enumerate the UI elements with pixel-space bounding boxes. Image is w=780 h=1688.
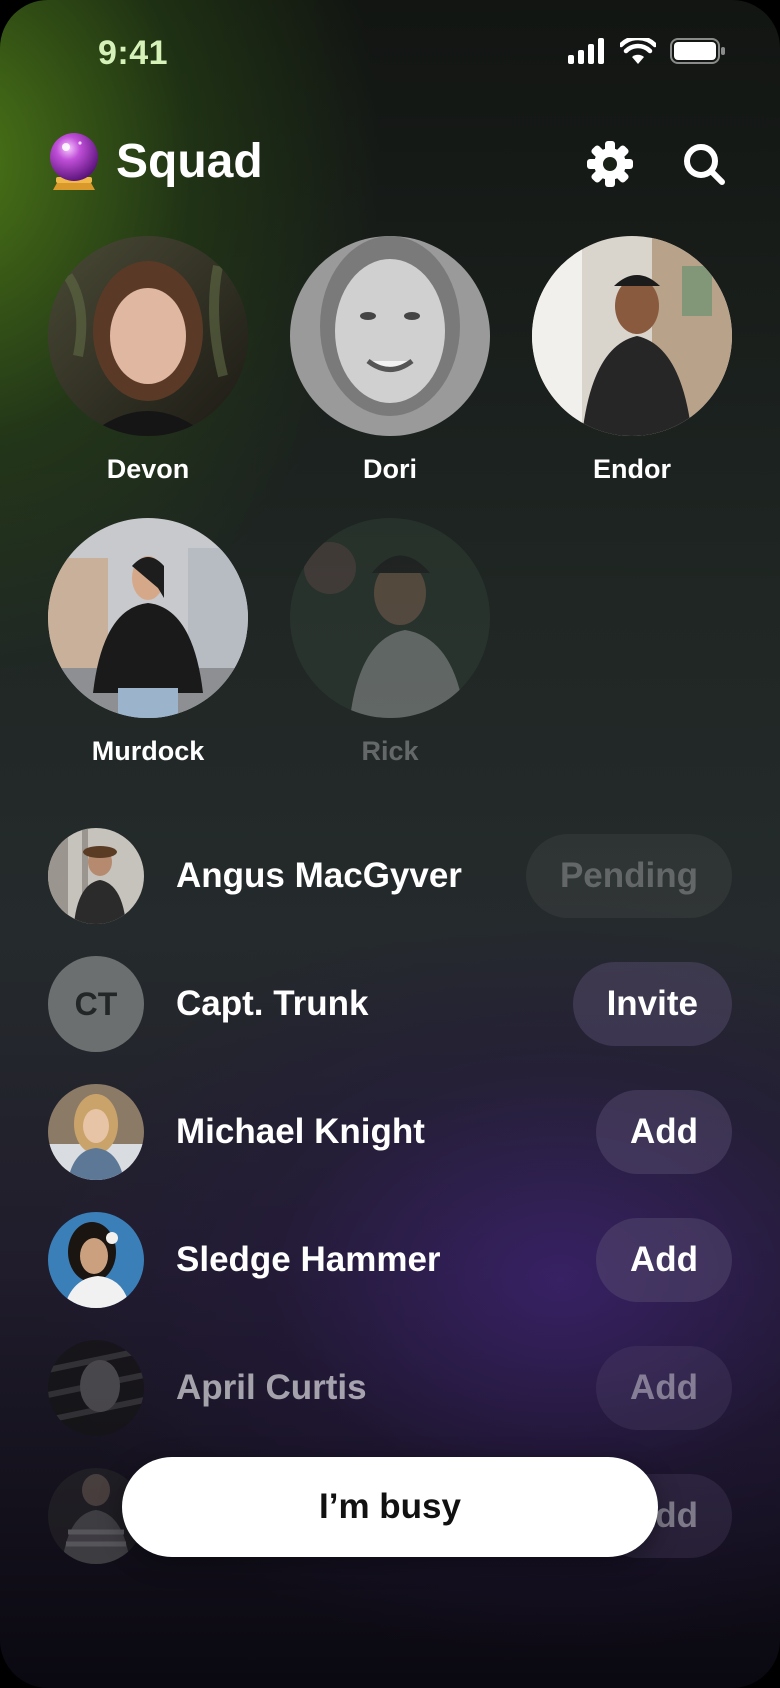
contact-row-michael: Michael Knight Add <box>48 1084 732 1180</box>
status-icons <box>568 38 726 64</box>
avatar <box>48 828 144 924</box>
avatar <box>48 1212 144 1308</box>
contact-row-capt-trunk: CT Capt. Trunk Invite <box>48 956 732 1052</box>
avatar <box>290 518 490 718</box>
search-icon <box>684 144 725 185</box>
contact-row-sledge: Sledge Hammer Add <box>48 1212 732 1308</box>
friend-endor[interactable]: Endor <box>532 236 732 485</box>
avatar <box>290 236 490 436</box>
contact-name: Capt. Trunk <box>176 984 369 1023</box>
app-screen: 9:41 Squad Devon Dori Endor Murdock Rick… <box>0 0 780 1688</box>
im-busy-button[interactable]: I’m busy <box>122 1457 658 1557</box>
friend-name: Devon <box>106 454 190 484</box>
friend-dori[interactable]: Dori <box>290 236 490 485</box>
status-time: 9:41 <box>98 34 169 72</box>
crystal-ball-icon <box>50 133 98 190</box>
add-button[interactable]: Add <box>595 1218 732 1302</box>
contact-row-april: April Curtis Add <box>48 1340 732 1436</box>
wifi-icon <box>620 38 656 64</box>
friend-murdock[interactable]: Murdock <box>48 518 248 767</box>
friend-name: Endor <box>593 454 671 484</box>
battery-icon <box>670 38 725 64</box>
pending-button[interactable]: Pending <box>525 834 732 918</box>
avatar <box>48 1084 144 1180</box>
friend-name: Dori <box>363 454 417 484</box>
add-button[interactable]: Add <box>595 1090 732 1174</box>
avatar <box>48 236 248 436</box>
avatar-initials: CT <box>48 956 144 1052</box>
settings-button[interactable] <box>584 138 636 190</box>
contact-name: Michael Knight <box>176 1112 425 1151</box>
contact-name: April Curtis <box>176 1368 367 1407</box>
avatar <box>48 518 248 718</box>
gear-icon <box>587 141 633 187</box>
friend-name: Murdock <box>91 736 205 766</box>
contact-row-angus: Angus MacGyver Pending <box>48 828 732 924</box>
contact-name: Sledge Hammer <box>176 1240 441 1279</box>
avatar <box>48 1340 144 1436</box>
signal-icon <box>568 38 604 64</box>
add-button[interactable]: Add <box>595 1346 732 1430</box>
friend-name: Rick <box>361 736 419 766</box>
friend-devon[interactable]: Devon <box>48 236 248 485</box>
avatar <box>532 236 732 436</box>
search-button[interactable] <box>678 138 730 190</box>
friend-rick[interactable]: Rick <box>290 518 490 767</box>
contact-name: Angus MacGyver <box>176 856 462 895</box>
page-title: Squad <box>116 135 263 188</box>
invite-button[interactable]: Invite <box>572 962 732 1046</box>
